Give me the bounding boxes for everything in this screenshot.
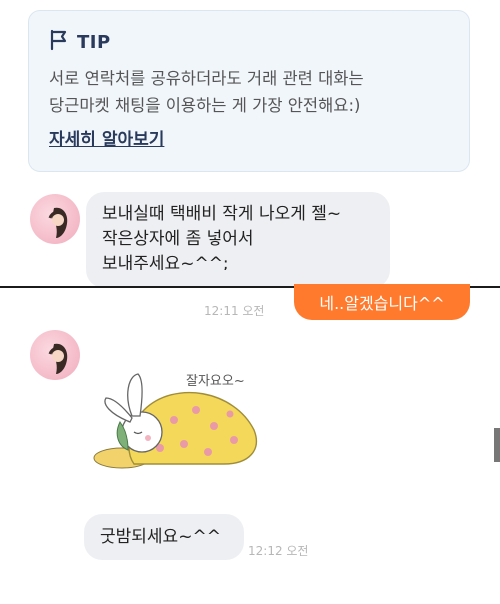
tip-body: 서로 연락처를 공유하더라도 거래 관련 대화는 당근마켓 채팅을 이용하는 게… (49, 65, 449, 119)
reply-bubble: 네..알겠습니다^^ (294, 284, 470, 320)
avatar-icon (48, 343, 68, 374)
message-1-line-1: 보내실때 택배비 작게 나오게 젤~ (102, 204, 342, 224)
tip-line-2: 당근마켓 채팅을 이용하는 게 가장 안전해요:) (49, 96, 361, 115)
message-2-time: 12:12 오전 (248, 544, 309, 558)
flag-icon (49, 29, 69, 55)
avatar[interactable] (30, 330, 80, 380)
avatar[interactable] (30, 194, 80, 244)
sticker-caption: 잘자요오~ (186, 374, 245, 389)
scrollbar-thumb[interactable] (494, 428, 500, 462)
message-bubble-2: 굿밤되세요~^^ (84, 514, 244, 560)
tip-title: TIP (77, 31, 111, 53)
tip-box: TIP 서로 연락처를 공유하더라도 거래 관련 대화는 당근마켓 채팅을 이용… (28, 10, 470, 172)
message-1-line-2: 작은상자에 좀 넣어서 (102, 229, 254, 249)
learn-more-link[interactable]: 자세히 알아보기 (49, 125, 164, 150)
tip-header: TIP (49, 29, 449, 55)
reply-time: 12:11 오전 (204, 304, 265, 318)
message-bubble-1: 보내실때 택배비 작게 나오게 젤~ 작은상자에 좀 넣어서 보내주세요~^^; (86, 192, 390, 288)
message-1-line-3: 보내주세요~^^; (102, 254, 229, 270)
tip-line-1: 서로 연락처를 공유하더라도 거래 관련 대화는 (49, 69, 364, 88)
avatar-icon (48, 207, 68, 238)
